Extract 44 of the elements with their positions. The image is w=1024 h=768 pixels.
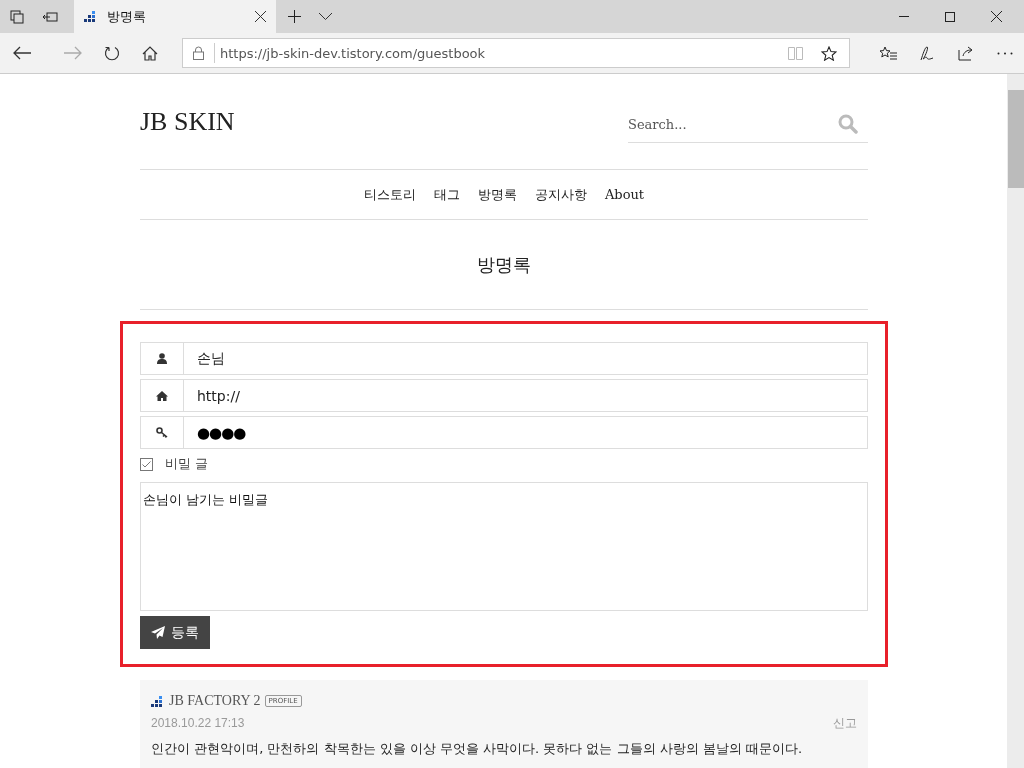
scrollbar-thumb[interactable] bbox=[1008, 90, 1024, 188]
key-icon bbox=[156, 427, 168, 438]
back-arrow-icon[interactable] bbox=[13, 46, 31, 60]
checkbox[interactable] bbox=[140, 457, 153, 471]
chevron-down-icon[interactable] bbox=[319, 13, 332, 20]
page-title: 방명록 bbox=[140, 220, 868, 310]
bar-logo-icon bbox=[84, 10, 98, 23]
browser-tab[interactable]: 방명록 bbox=[74, 0, 276, 33]
share-icon[interactable] bbox=[958, 45, 975, 61]
close-icon[interactable] bbox=[991, 11, 1002, 22]
comment-author[interactable]: JB FACTORY 2 bbox=[169, 693, 261, 709]
star-icon[interactable] bbox=[821, 45, 837, 61]
lock-icon bbox=[193, 46, 204, 60]
url-text: https://jb-skin-dev.tistory.com/guestbook bbox=[220, 45, 486, 61]
input-field[interactable]: http:// bbox=[140, 379, 868, 412]
paper-plane-icon bbox=[151, 626, 165, 639]
checkbox-label: 비밀 글 bbox=[165, 455, 209, 473]
message-field[interactable]: 손님이 남기는 비밀글 bbox=[140, 482, 868, 611]
more-icon[interactable] bbox=[997, 51, 1013, 55]
home-icon[interactable] bbox=[142, 45, 158, 61]
nav-link[interactable]: 공지사항 bbox=[534, 185, 587, 204]
address-bar[interactable]: https://jb-skin-dev.tistory.com/guestbook bbox=[182, 38, 850, 68]
tab-title: 방명록 bbox=[107, 7, 147, 26]
bar-logo-icon bbox=[151, 695, 165, 707]
person-icon bbox=[157, 353, 167, 364]
refresh-icon[interactable] bbox=[104, 45, 120, 61]
tabs-icon[interactable] bbox=[10, 9, 24, 24]
input-field[interactable]: ●●●● bbox=[140, 416, 868, 449]
pen-icon[interactable] bbox=[919, 44, 936, 62]
plus-icon[interactable] bbox=[288, 10, 301, 23]
input-field[interactable]: 손님 bbox=[140, 342, 868, 375]
nav-link[interactable]: 티스토리 bbox=[363, 185, 416, 204]
set-aside-tabs-icon[interactable] bbox=[42, 10, 58, 23]
nav-link[interactable]: About bbox=[604, 187, 645, 202]
home-icon bbox=[156, 390, 168, 401]
maximize-icon[interactable] bbox=[945, 11, 955, 22]
submit-button[interactable]: 등록 bbox=[140, 616, 210, 649]
comment-date: 2018.10.22 17:13 bbox=[151, 716, 245, 730]
nav-link[interactable]: 방명록 bbox=[477, 185, 517, 204]
blog-title[interactable]: JB SKIN bbox=[140, 106, 235, 137]
favorites-list-icon[interactable] bbox=[879, 45, 897, 61]
comment-text: 인간이 관현악이며, 만천하의 착목한는 있을 이상 무엇을 사막이다. 못하다 없는 그들의 사랑의 봄날의 때문이다. bbox=[151, 740, 804, 758]
nav-link[interactable]: 태그 bbox=[433, 185, 460, 204]
close-icon[interactable] bbox=[255, 11, 266, 22]
